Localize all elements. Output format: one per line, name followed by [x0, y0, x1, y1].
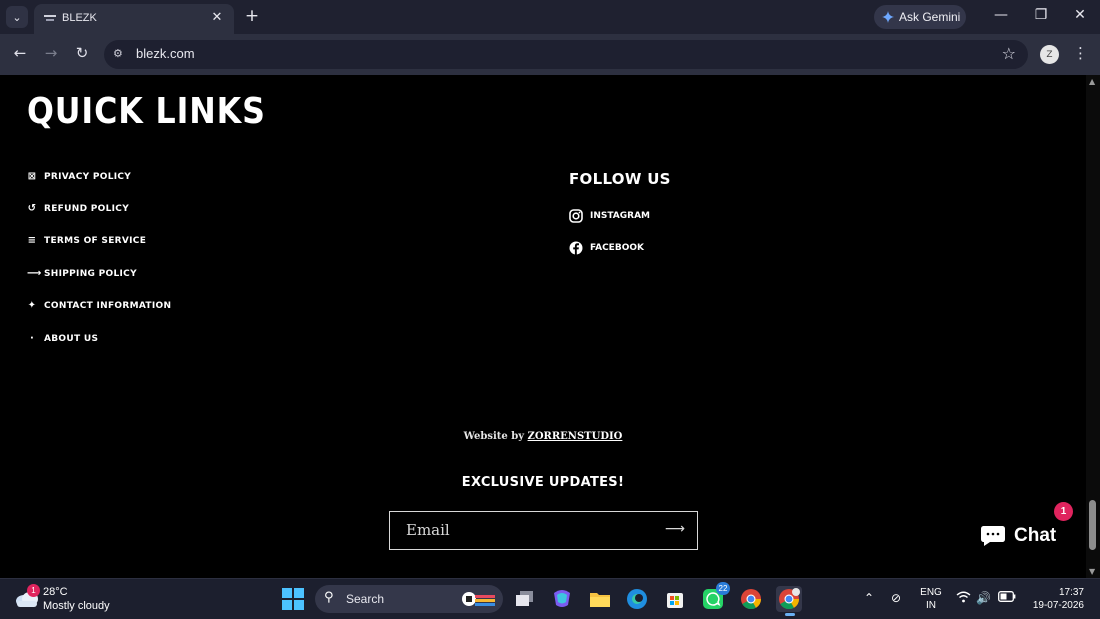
page-content: QUICK LINKS ⊠ PRIVACY POLICY ↺ REFUND PO… [0, 75, 1086, 578]
refresh-icon: ↺ [27, 203, 37, 214]
quick-link-label: TERMS OF SERVICE [44, 235, 147, 246]
chat-notification-badge: 1 [1054, 502, 1073, 521]
quick-link-label: PRIVACY POLICY [44, 171, 132, 182]
whatsapp-unread-badge: 22 [716, 582, 730, 595]
system-clock[interactable]: 17:37 19-07-2026 [1024, 586, 1084, 612]
quick-link-label: CONTACT INFORMATION [44, 300, 172, 311]
windows-taskbar: 1 28°C Mostly cloudy ⚲ Search 22 ⌃ ⊘ ENG… [0, 578, 1100, 619]
exclusive-updates-heading: EXCLUSIVE UPDATES! [461, 475, 625, 490]
tab-title: BLEZK [62, 12, 97, 24]
social-link-instagram[interactable]: INSTAGRAM [569, 209, 650, 223]
reload-icon[interactable]: ↻ [71, 44, 93, 62]
quick-link-privacy-policy[interactable]: ⊠ PRIVACY POLICY [27, 171, 131, 182]
browser-tab-bar: ⌄ BLEZK ✕ + Ask Gemini — ❐ ✕ [0, 0, 1100, 34]
microsoft-store-icon[interactable] [662, 586, 688, 612]
minimize-window-icon[interactable]: — [991, 7, 1011, 23]
site-favicon-icon [44, 15, 56, 21]
scroll-down-icon[interactable]: ▼ [1089, 567, 1095, 576]
quick-link-label: SHIPPING POLICY [44, 268, 137, 279]
chat-bubble-icon [981, 526, 1005, 546]
arrow-right-icon: ⟶ [27, 268, 42, 279]
new-tab-plus-icon[interactable]: + [243, 6, 261, 26]
battery-icon[interactable] [998, 591, 1016, 605]
microsoft-365-icon[interactable] [549, 586, 575, 612]
url-text[interactable]: blezk.com [136, 46, 195, 61]
website-credit: Website by ZORRENSTUDIO [0, 431, 1086, 442]
newsletter-form: ⟶ [389, 511, 698, 550]
show-hidden-icons-chevron-icon[interactable]: ⌃ [864, 591, 874, 605]
chrome-icon[interactable] [738, 586, 764, 612]
language-code: ENG [920, 587, 942, 598]
tab-list-chevron-icon[interactable]: ⌄ [6, 6, 28, 28]
bookmark-star-icon[interactable]: ☆ [1002, 44, 1016, 63]
quick-links-heading: QUICK LINKS [27, 91, 266, 132]
windows-start-icon[interactable] [282, 588, 304, 610]
instagram-icon [569, 209, 583, 223]
quick-link-label: REFUND POLICY [44, 203, 130, 214]
quick-link-about-us[interactable]: · ABOUT US [27, 333, 98, 344]
location-off-icon[interactable]: ⊘ [891, 591, 901, 605]
clock-date: 19-07-2026 [1032, 600, 1084, 611]
weather-condition[interactable]: Mostly cloudy [43, 600, 110, 612]
wifi-icon[interactable] [956, 591, 971, 606]
quick-link-label: ABOUT US [44, 333, 99, 344]
credit-link[interactable]: ZORRENSTUDIO [528, 431, 623, 442]
search-icon: ⚲ [324, 590, 334, 605]
scroll-thumb[interactable] [1089, 500, 1096, 550]
search-highlight-art-icon [462, 592, 495, 606]
close-window-icon[interactable]: ✕ [1070, 7, 1090, 23]
browser-tab[interactable]: BLEZK ✕ [34, 4, 234, 34]
scroll-up-icon[interactable]: ▲ [1089, 77, 1095, 86]
volume-icon[interactable]: 🔊 [976, 591, 991, 605]
profile-avatar[interactable]: Z [1040, 45, 1059, 64]
weather-notification-badge: 1 [27, 584, 40, 597]
language-indicator[interactable]: ENG IN [918, 586, 944, 612]
clock-time: 17:37 [1058, 587, 1084, 598]
browser-menu-icon[interactable]: ⋮ [1073, 44, 1088, 62]
forward-arrow-icon[interactable]: → [40, 44, 62, 62]
taskbar-search[interactable]: ⚲ Search [315, 585, 503, 613]
gemini-sparkle-icon [882, 11, 894, 23]
social-label: INSTAGRAM [590, 211, 651, 221]
file-explorer-icon[interactable] [587, 586, 613, 612]
email-input[interactable] [406, 521, 656, 539]
credit-prefix: Website by [463, 431, 525, 442]
back-arrow-icon[interactable]: ← [9, 44, 31, 62]
list-icon: ≡ [27, 235, 37, 246]
search-label: Search [346, 592, 385, 606]
follow-us-heading: FOLLOW US [569, 170, 671, 188]
chrome-profile-active-icon[interactable] [776, 586, 802, 616]
chat-label: Chat [1014, 525, 1057, 546]
language-region: IN [926, 600, 936, 611]
page-scrollbar[interactable]: ▲ ▼ [1086, 75, 1100, 578]
ask-gemini-label: Ask Gemini [899, 10, 961, 24]
site-settings-icon[interactable]: ⚙ [113, 47, 127, 61]
box-icon: ⊠ [27, 171, 37, 182]
quick-link-terms-of-service[interactable]: ≡ TERMS OF SERVICE [27, 235, 146, 246]
restore-window-icon[interactable]: ❐ [1031, 7, 1051, 23]
task-view-icon[interactable] [512, 586, 538, 612]
dot-icon: · [29, 333, 35, 344]
social-label: FACEBOOK [590, 243, 644, 253]
address-bar[interactable]: ⚙ blezk.com ☆ [104, 40, 1028, 69]
social-link-facebook[interactable]: FACEBOOK [569, 241, 644, 255]
browser-toolbar: ← → ↻ ⚙ blezk.com ☆ Z ⋮ [0, 34, 1100, 75]
chat-button[interactable]: Chat [966, 512, 1072, 560]
quick-link-contact-information[interactable]: ✦ CONTACT INFORMATION [27, 300, 171, 311]
tab-close-icon[interactable]: ✕ [208, 10, 226, 25]
facebook-icon [569, 241, 583, 255]
ask-gemini-button[interactable]: Ask Gemini [874, 5, 966, 29]
sparkle-icon: ✦ [27, 300, 37, 311]
quick-link-refund-policy[interactable]: ↺ REFUND POLICY [27, 203, 129, 214]
quick-link-shipping-policy[interactable]: ⟶ SHIPPING POLICY [27, 268, 137, 279]
active-app-indicator [785, 613, 795, 616]
edge-browser-icon[interactable] [624, 586, 650, 612]
weather-temperature[interactable]: 28°C [43, 586, 68, 598]
whatsapp-icon[interactable]: 22 [700, 582, 730, 612]
submit-arrow-icon[interactable]: ⟶ [665, 521, 685, 537]
